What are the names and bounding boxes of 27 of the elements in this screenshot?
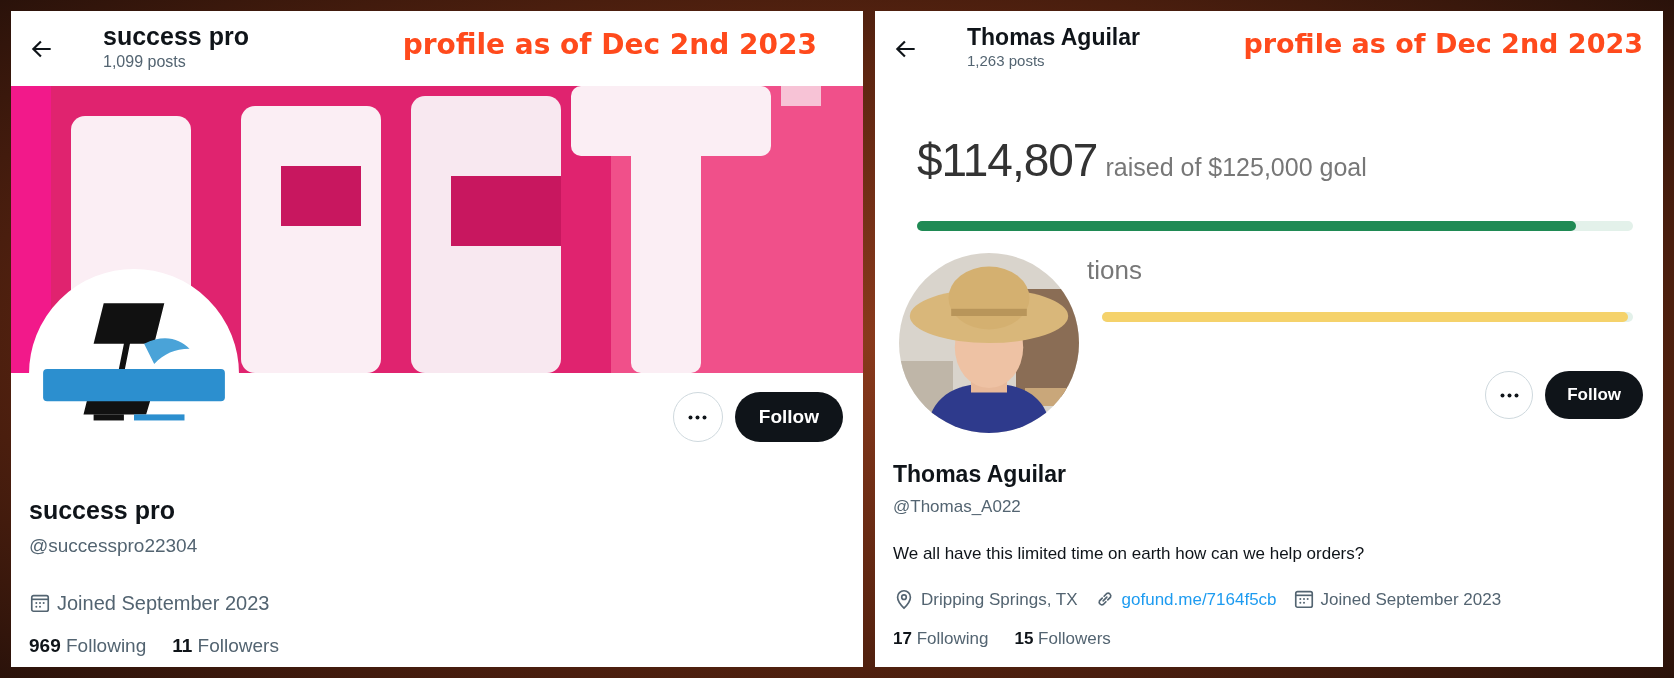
calendar-icon xyxy=(29,592,51,614)
profile-title: success pro xyxy=(103,22,249,51)
follow-stat[interactable]: 11 Followers xyxy=(172,632,279,661)
profile-handle: @successpro22304 xyxy=(29,533,199,558)
profile-meta-text: Dripping Springs, TX xyxy=(921,588,1078,611)
more-icon xyxy=(688,414,708,420)
follow-stat[interactable]: 969 Following xyxy=(29,632,147,661)
annotation: profile as of Dec 2nd 2023 xyxy=(1243,27,1644,62)
amount-raised: $114,807 xyxy=(917,133,1098,188)
profile-title: Thomas Aguilar xyxy=(967,24,1140,50)
profile-name: success pro xyxy=(29,495,176,526)
profile-bio: We all have this limited time on earth how can we help orders? xyxy=(893,543,1366,565)
post-count: 1,099 posts xyxy=(103,52,187,73)
goal-text: raised of $125,000 goal xyxy=(1105,152,1367,183)
profile-name: Thomas Aguilar xyxy=(893,460,1067,489)
profile-meta-text: Joined September 2023 xyxy=(57,591,270,616)
annotation: profile as of Dec 2nd 2023 xyxy=(402,26,818,63)
calendar-icon xyxy=(1292,588,1315,611)
more-icon xyxy=(1499,392,1519,398)
follow-stat[interactable]: 15 Followers xyxy=(1014,626,1111,652)
post-count: 1,263 posts xyxy=(967,50,1046,71)
follow-stat[interactable]: 17 Following xyxy=(893,626,989,652)
profile-handle: @Thomas_A022 xyxy=(893,495,1022,518)
follow-button[interactable]: Follow xyxy=(1545,371,1643,419)
partial-label: tions xyxy=(1087,254,1143,287)
profile-meta-text: Joined September 2023 xyxy=(1320,588,1502,611)
follow-button[interactable]: Follow xyxy=(734,392,843,442)
